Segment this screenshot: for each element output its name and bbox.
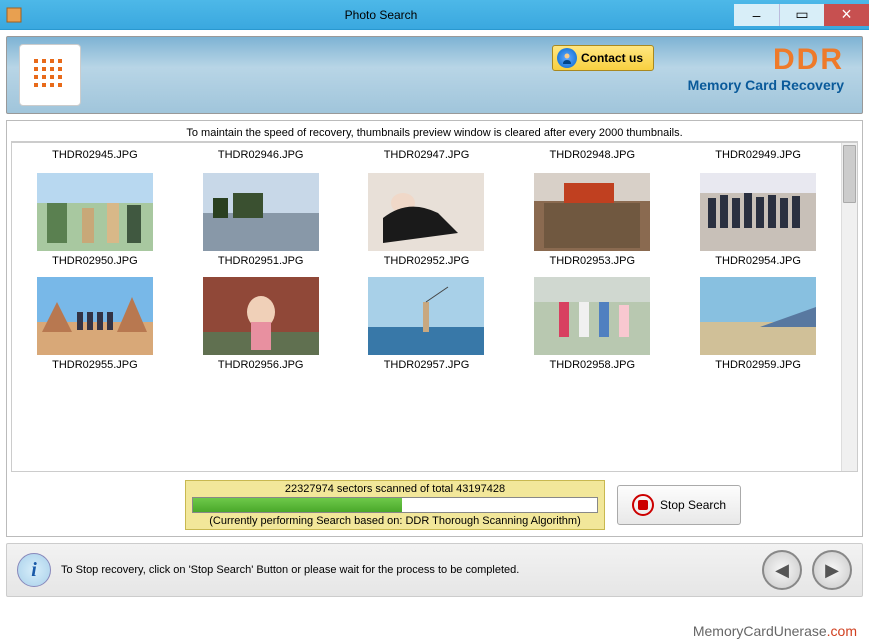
- photo-icon: [534, 277, 650, 355]
- app-body: Contact us DDR Memory Card Recovery To m…: [0, 30, 869, 603]
- scroll-thumb[interactable]: [843, 145, 856, 203]
- thumbnail-filename: THDR02957.JPG: [351, 355, 501, 371]
- thumbnail-filename: THDR02952.JPG: [351, 251, 501, 267]
- progress-fill: [193, 498, 402, 512]
- stop-label: Stop Search: [660, 498, 726, 512]
- logo-pattern-icon: [30, 55, 70, 95]
- thumbnail-label[interactable]: THDR02945.JPG: [20, 147, 170, 165]
- thumbnail-filename: THDR02953.JPG: [517, 251, 667, 267]
- photo-icon: [534, 173, 650, 251]
- back-button[interactable]: ◀: [762, 550, 802, 590]
- scrollbar[interactable]: [841, 143, 857, 471]
- photo-icon: [37, 277, 153, 355]
- brand-block: DDR Memory Card Recovery: [688, 43, 844, 93]
- contact-us-button[interactable]: Contact us: [552, 45, 654, 71]
- thumbnail-item[interactable]: THDR02950.JPG: [20, 165, 170, 269]
- thumbnail-filename: THDR02954.JPG: [683, 251, 833, 267]
- thumbnail-label[interactable]: THDR02949.JPG: [683, 147, 833, 165]
- footer-bar: i To Stop recovery, click on 'Stop Searc…: [6, 543, 863, 597]
- thumbnail-filename: THDR02950.JPG: [20, 251, 170, 267]
- content-area: To maintain the speed of recovery, thumb…: [6, 120, 863, 537]
- contact-label: Contact us: [581, 51, 643, 65]
- progress-box: 22327974 sectors scanned of total 431974…: [185, 480, 605, 530]
- thumbnail-item[interactable]: THDR02959.JPG: [683, 269, 833, 373]
- minimize-button[interactable]: –: [734, 4, 779, 26]
- algorithm-text: (Currently performing Search based on: D…: [192, 515, 598, 527]
- window-title: Photo Search: [28, 8, 734, 22]
- watermark-domain: MemoryCardUnerase: [693, 623, 827, 639]
- info-icon: i: [17, 553, 51, 587]
- titlebar: Photo Search – ▭ ×: [0, 0, 869, 30]
- close-button[interactable]: ×: [824, 4, 869, 26]
- thumbnail-label[interactable]: THDR02948.JPG: [517, 147, 667, 165]
- watermark-tld: .com: [827, 623, 857, 639]
- progress-row: 22327974 sectors scanned of total 431974…: [11, 478, 858, 532]
- sectors-progress-text: 22327974 sectors scanned of total 431974…: [192, 483, 598, 495]
- stop-icon: [632, 494, 654, 516]
- thumbnail-filename: THDR02951.JPG: [186, 251, 336, 267]
- thumbnail-item[interactable]: THDR02956.JPG: [186, 269, 336, 373]
- info-strip: To maintain the speed of recovery, thumb…: [11, 125, 858, 142]
- header-banner: Contact us DDR Memory Card Recovery: [6, 36, 863, 114]
- thumbnail-item[interactable]: THDR02957.JPG: [351, 269, 501, 373]
- photo-icon: [700, 277, 816, 355]
- brand-subtitle: Memory Card Recovery: [688, 77, 844, 93]
- footer-hint-text: To Stop recovery, click on 'Stop Search'…: [61, 564, 752, 576]
- thumbnail-item[interactable]: THDR02954.JPG: [683, 165, 833, 269]
- thumbnail-filename: THDR02959.JPG: [683, 355, 833, 371]
- app-logo: [19, 44, 81, 106]
- forward-button[interactable]: ▶: [812, 550, 852, 590]
- photo-icon: [368, 277, 484, 355]
- thumbnail-label[interactable]: THDR02946.JPG: [186, 147, 336, 165]
- photo-icon: [368, 173, 484, 251]
- thumbnail-label[interactable]: THDR02947.JPG: [351, 147, 501, 165]
- thumbnail-grid: THDR02945.JPG THDR02946.JPG THDR02947.JP…: [12, 143, 841, 471]
- maximize-button[interactable]: ▭: [779, 4, 824, 26]
- watermark: MemoryCardUnerase.com: [693, 623, 857, 639]
- photo-icon: [203, 173, 319, 251]
- thumbnail-item[interactable]: THDR02952.JPG: [351, 165, 501, 269]
- thumbnail-filename: THDR02958.JPG: [517, 355, 667, 371]
- photo-icon: [203, 277, 319, 355]
- thumbnail-item[interactable]: THDR02951.JPG: [186, 165, 336, 269]
- app-icon: [6, 7, 22, 23]
- thumbnail-filename: THDR02955.JPG: [20, 355, 170, 371]
- stop-search-button[interactable]: Stop Search: [617, 485, 741, 525]
- thumbnail-item[interactable]: THDR02953.JPG: [517, 165, 667, 269]
- brand-name: DDR: [688, 43, 844, 77]
- thumbnail-filename: THDR02956.JPG: [186, 355, 336, 371]
- photo-icon: [37, 173, 153, 251]
- person-icon: [557, 48, 577, 68]
- thumbnail-pane: THDR02945.JPG THDR02946.JPG THDR02947.JP…: [11, 142, 858, 472]
- photo-icon: [700, 173, 816, 251]
- window-controls: – ▭ ×: [734, 4, 869, 26]
- progress-bar: [192, 497, 598, 513]
- thumbnail-item[interactable]: THDR02958.JPG: [517, 269, 667, 373]
- thumbnail-item[interactable]: THDR02955.JPG: [20, 269, 170, 373]
